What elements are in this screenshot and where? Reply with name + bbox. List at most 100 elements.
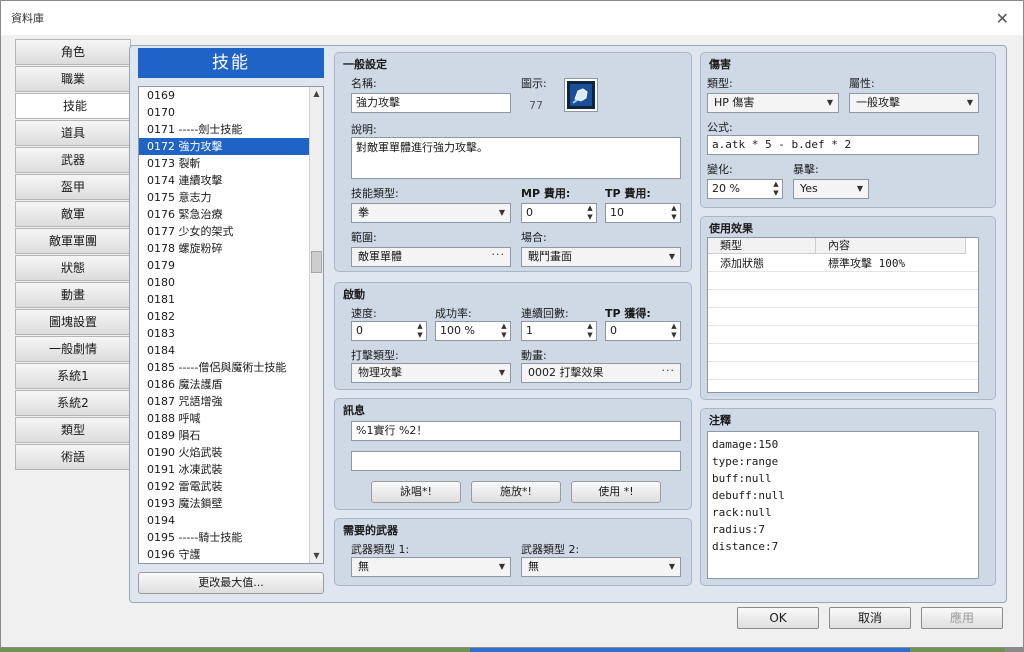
notes-textarea[interactable]: damage:150 type:range buff:null debuff:null… — [707, 431, 979, 579]
tp-gain-input[interactable]: 0 ▲ ▼ — [605, 321, 681, 341]
apply-button[interactable]: 應用 — [921, 607, 1003, 629]
category-tab[interactable]: 類型 — [15, 417, 131, 443]
list-item[interactable]: 0185 -----僧侶與魔術士技能 — [139, 359, 323, 376]
list-item[interactable]: 0180 — [139, 274, 323, 291]
tp-cost-input[interactable]: 10 ▲ ▼ — [605, 203, 681, 223]
scroll-thumb[interactable] — [311, 251, 322, 273]
change-max-button[interactable]: 更改最大值... — [138, 572, 324, 594]
table-row[interactable] — [708, 363, 978, 380]
col-content-header[interactable]: 內容 — [816, 238, 966, 254]
list-item[interactable]: 0169 — [139, 87, 323, 104]
note-line: damage:150 — [712, 438, 779, 451]
category-tab[interactable]: 一般劇情 — [15, 336, 131, 362]
spinner-icon[interactable]: ▲ ▼ — [499, 322, 509, 340]
damage-type-select[interactable]: HP 傷害 ▼ — [707, 93, 839, 113]
variance-input[interactable]: 20 % ▲ ▼ — [707, 179, 783, 199]
category-tab[interactable]: 角色 — [15, 39, 131, 65]
list-item[interactable]: 0182 — [139, 308, 323, 325]
table-row[interactable] — [708, 291, 978, 308]
element-select[interactable]: 一般攻擊 ▼ — [849, 93, 979, 113]
element-value: 一般攻擊 — [856, 96, 900, 109]
list-item[interactable]: 0177 少女的架式 — [139, 223, 323, 240]
success-input[interactable]: 100 % ▲ ▼ — [435, 321, 511, 341]
weapon1-select[interactable]: 無 ▼ — [351, 557, 511, 577]
cancel-button[interactable]: 取消 — [829, 607, 911, 629]
table-row[interactable]: 添加狀態 標準攻擊 100% — [708, 255, 978, 272]
list-item[interactable]: 0174 連續攻擊 — [139, 172, 323, 189]
close-icon[interactable]: ✕ — [996, 9, 1009, 28]
list-item[interactable]: 0192 雷電武裝 — [139, 478, 323, 495]
category-tab[interactable]: 動畫 — [15, 282, 131, 308]
spinner-icon[interactable]: ▲ ▼ — [415, 322, 425, 340]
occasion-select[interactable]: 戰鬥畫面 ▼ — [521, 247, 681, 267]
name-input[interactable]: 強力攻擊 — [351, 93, 511, 113]
category-tab[interactable]: 系統2 — [15, 390, 131, 416]
category-tab[interactable]: 狀態 — [15, 255, 131, 281]
message-line1-input[interactable]: %1實行 %2！ — [351, 421, 681, 441]
list-item[interactable]: 0187 咒語增強 — [139, 393, 323, 410]
spinner-icon[interactable]: ▲ ▼ — [669, 204, 679, 222]
category-tab[interactable]: 術語 — [15, 444, 131, 470]
list-item[interactable]: 0188 呼喊 — [139, 410, 323, 427]
col-type-header[interactable]: 類型 — [708, 238, 816, 254]
list-item[interactable]: 0194 — [139, 512, 323, 529]
repeat-input[interactable]: 1 ▲ ▼ — [521, 321, 597, 341]
category-tab[interactable]: 武器 — [15, 147, 131, 173]
mp-cost-input[interactable]: 0 ▲ ▼ — [521, 203, 597, 223]
scroll-up-icon[interactable]: ▲ — [310, 87, 323, 101]
list-item[interactable]: 0175 意志力 — [139, 189, 323, 206]
list-item[interactable]: 0191 冰凍武裝 — [139, 461, 323, 478]
list-item[interactable]: 0196 守護 — [139, 546, 323, 563]
critical-select[interactable]: Yes ▼ — [793, 179, 869, 199]
use-message-button[interactable]: 使用 *! — [571, 481, 661, 503]
list-item[interactable]: 0190 火焰武裝 — [139, 444, 323, 461]
list-item[interactable]: 0186 魔法護盾 — [139, 376, 323, 393]
list-scrollbar[interactable]: ▲ ▼ — [309, 87, 323, 563]
spinner-icon[interactable]: ▲ ▼ — [771, 180, 781, 198]
table-row[interactable] — [708, 309, 978, 326]
list-item[interactable]: 0195 -----騎士技能 — [139, 529, 323, 546]
spinner-icon[interactable]: ▲ ▼ — [585, 322, 595, 340]
spinner-icon[interactable]: ▲ ▼ — [669, 322, 679, 340]
category-tab[interactable]: 系統1 — [15, 363, 131, 389]
speed-input[interactable]: 0 ▲ ▼ — [351, 321, 427, 341]
list-item[interactable]: 0172 強力攻擊 — [139, 138, 323, 155]
category-tab[interactable]: 盔甲 — [15, 174, 131, 200]
list-item[interactable]: 0170 — [139, 104, 323, 121]
table-row[interactable] — [708, 381, 978, 398]
list-item[interactable]: 0183 — [139, 325, 323, 342]
list-item[interactable]: 0193 魔法鎖壁 — [139, 495, 323, 512]
weapon2-select[interactable]: 無 ▼ — [521, 557, 681, 577]
message-line2-input[interactable] — [351, 451, 681, 471]
list-item[interactable]: 0173 裂斬 — [139, 155, 323, 172]
release-message-button[interactable]: 施放*! — [471, 481, 561, 503]
table-row[interactable] — [708, 327, 978, 344]
list-item[interactable]: 0189 隕石 — [139, 427, 323, 444]
list-item[interactable]: 0176 緊急治療 — [139, 206, 323, 223]
category-tab[interactable]: 圖塊設置 — [15, 309, 131, 335]
category-tab[interactable]: 技能 — [15, 93, 135, 119]
list-item[interactable]: 0181 — [139, 291, 323, 308]
category-tab[interactable]: 敵軍 — [15, 201, 131, 227]
category-tab[interactable]: 敵軍軍團 — [15, 228, 131, 254]
hit-type-select[interactable]: 物理攻擊 ▼ — [351, 363, 511, 383]
effects-table[interactable]: 類型 內容 添加狀態 標準攻擊 100% — [707, 237, 979, 398]
skill-icon-picker[interactable] — [564, 78, 598, 112]
scope-select[interactable]: 敵軍單體 ··· — [351, 247, 511, 267]
category-tab[interactable]: 職業 — [15, 66, 131, 92]
animation-select[interactable]: 0002 打擊效果 ··· — [521, 363, 681, 383]
formula-input[interactable]: a.atk * 5 - b.def * 2 — [707, 135, 979, 155]
spinner-icon[interactable]: ▲ ▼ — [585, 204, 595, 222]
table-row[interactable] — [708, 273, 978, 290]
list-item[interactable]: 0171 -----劍士技能 — [139, 121, 323, 138]
list-item[interactable]: 0184 — [139, 342, 323, 359]
ok-button[interactable]: OK — [737, 607, 819, 629]
description-input[interactable]: 對敵軍單體進行強力攻擊。 — [351, 137, 681, 179]
scroll-down-icon[interactable]: ▼ — [310, 549, 323, 563]
category-tab[interactable]: 道具 — [15, 120, 131, 146]
skill-type-select[interactable]: 拳 ▼ — [351, 203, 511, 223]
cast-message-button[interactable]: 詠唱*! — [371, 481, 461, 503]
list-item[interactable]: 0179 — [139, 257, 323, 274]
list-item[interactable]: 0178 螺旋粉碎 — [139, 240, 323, 257]
table-row[interactable] — [708, 345, 978, 362]
